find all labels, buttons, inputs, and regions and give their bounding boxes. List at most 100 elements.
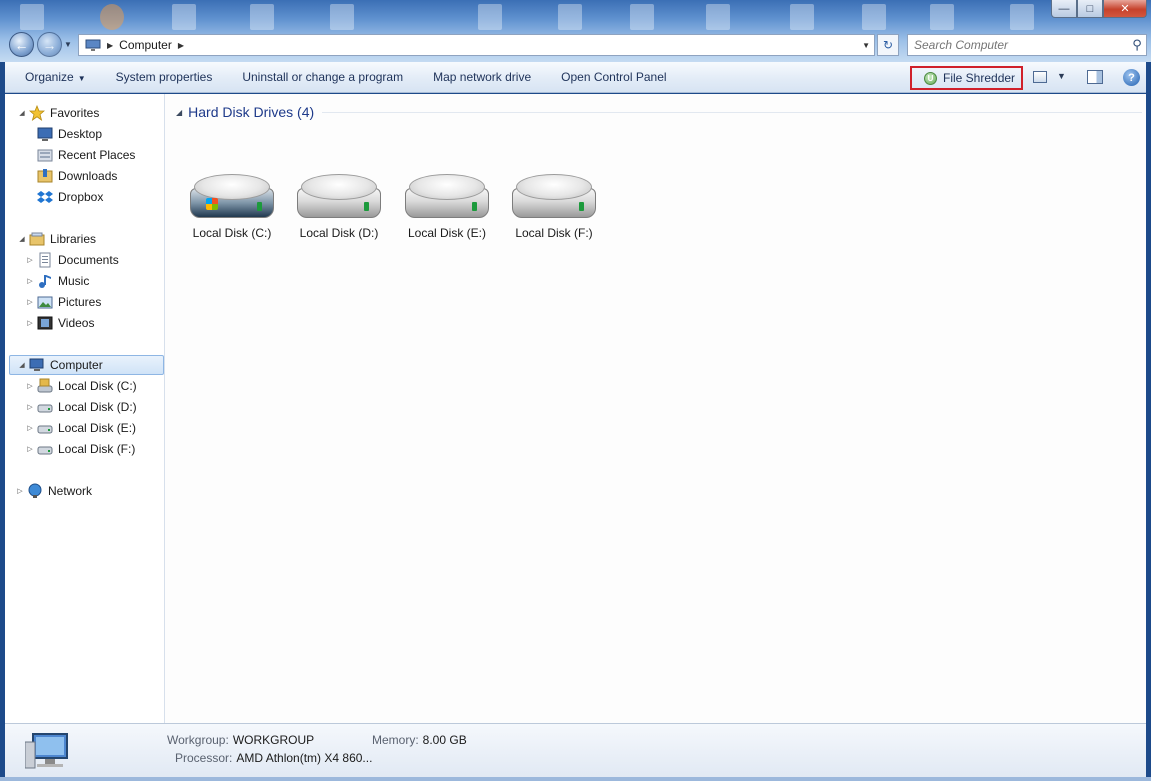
system-drive-icon bbox=[37, 378, 53, 394]
close-button[interactable]: ✕ bbox=[1103, 0, 1147, 18]
sidebar-item-dropbox[interactable]: Dropbox bbox=[35, 187, 103, 207]
sidebar-item-label: Network bbox=[48, 484, 93, 498]
navigation-row: ← → ▼ ▶ Computer ▶ ▼ ↻ ⚲ bbox=[0, 30, 1151, 60]
expand-icon[interactable]: ▷ bbox=[25, 298, 35, 306]
memory-label: Memory: bbox=[372, 733, 419, 747]
processor-label: Processor: bbox=[175, 751, 233, 765]
collapse-icon[interactable]: ◢ bbox=[17, 109, 27, 117]
desktop-icon-ghost bbox=[930, 4, 954, 30]
memory-value: 8.00 GB bbox=[422, 733, 467, 747]
hard-drive-icon bbox=[403, 174, 491, 220]
chevron-down-icon: ▼ bbox=[77, 74, 86, 83]
sidebar-item-desktop[interactable]: Desktop bbox=[35, 124, 102, 144]
title-bar: — □ ✕ ← → ▼ ▶ Computer ▶ ▼ ↻ ⚲ bbox=[0, 0, 1151, 62]
drive-label: Local Disk (F:) bbox=[515, 226, 593, 240]
sidebar-item-label: Downloads bbox=[58, 169, 118, 183]
address-dropdown-icon[interactable]: ▼ bbox=[862, 41, 870, 50]
desktop-icon bbox=[37, 126, 53, 142]
address-bar[interactable]: ▶ Computer ▶ ▼ bbox=[78, 34, 875, 56]
drive-item-f[interactable]: Local Disk (F:) bbox=[502, 174, 606, 240]
desktop-icon-ghost bbox=[478, 4, 502, 30]
details-pane: Workgroup: WORKGROUP Memory: 8.00 GB Proce… bbox=[5, 723, 1146, 777]
computer-large-icon bbox=[24, 732, 71, 770]
computer-icon bbox=[29, 357, 45, 373]
desktop-icon-ghost bbox=[250, 4, 274, 30]
sidebar-item-disk-d[interactable]: ▷ Local Disk (D:) bbox=[25, 397, 137, 417]
libraries-icon bbox=[29, 231, 45, 247]
file-shredder-button[interactable]: U File Shredder bbox=[910, 66, 1023, 90]
sidebar-item-computer[interactable]: ◢ Computer bbox=[9, 355, 164, 375]
hard-drive-icon bbox=[295, 174, 383, 220]
expand-icon[interactable]: ▷ bbox=[25, 445, 35, 453]
desktop-icon-ghost bbox=[706, 4, 730, 30]
sidebar-item-recent-places[interactable]: Recent Places bbox=[35, 145, 135, 165]
sidebar-item-label: Music bbox=[58, 274, 90, 288]
search-input[interactable] bbox=[914, 38, 1128, 52]
expand-icon[interactable]: ▷ bbox=[15, 487, 25, 495]
map-network-drive-button[interactable]: Map network drive bbox=[418, 70, 546, 84]
system-properties-button[interactable]: System properties bbox=[101, 70, 228, 84]
drive-label: Local Disk (C:) bbox=[192, 226, 272, 240]
sidebar-item-disk-f[interactable]: ▷ Local Disk (F:) bbox=[25, 439, 135, 459]
sidebar-item-label: Pictures bbox=[58, 295, 102, 309]
expand-icon[interactable]: ▷ bbox=[25, 382, 35, 390]
minimize-button[interactable]: — bbox=[1051, 0, 1077, 18]
file-shredder-icon: U bbox=[924, 71, 937, 85]
content-pane[interactable]: ◢ Hard Disk Drives (4) Local Disk (C:) L… bbox=[166, 94, 1146, 723]
sidebar-item-label: Local Disk (D:) bbox=[58, 400, 137, 414]
search-icon[interactable]: ⚲ bbox=[1128, 37, 1146, 53]
sidebar-item-videos[interactable]: ▷ Videos bbox=[25, 313, 94, 333]
organize-button[interactable]: Organize ▼ bbox=[5, 70, 101, 84]
forward-button[interactable]: → bbox=[37, 32, 62, 57]
breadcrumb-computer[interactable]: Computer bbox=[119, 38, 172, 52]
sidebar-item-music[interactable]: ▷ Music bbox=[25, 271, 89, 291]
refresh-button[interactable]: ↻ bbox=[877, 34, 899, 56]
sidebar-item-label: Local Disk (E:) bbox=[58, 421, 137, 435]
navigation-pane[interactable]: ◢ Favorites Desktop Recent Places Downlo… bbox=[5, 94, 165, 723]
drive-item-d[interactable]: Local Disk (D:) bbox=[287, 174, 391, 240]
workgroup-value: WORKGROUP bbox=[232, 733, 315, 747]
sidebar-item-favorites[interactable]: ◢ Favorites bbox=[17, 103, 99, 123]
sidebar-item-label: Computer bbox=[50, 358, 103, 372]
maximize-button[interactable]: □ bbox=[1077, 0, 1103, 18]
back-button[interactable]: ← bbox=[9, 32, 34, 57]
sidebar-item-label: Libraries bbox=[50, 232, 97, 246]
collapse-icon[interactable]: ◢ bbox=[17, 235, 27, 243]
chevron-right-icon[interactable]: ▶ bbox=[107, 41, 113, 50]
processor-info: Processor: AMD Athlon(tm) X4 860... bbox=[175, 751, 372, 765]
sidebar-item-label: Local Disk (F:) bbox=[58, 442, 136, 456]
sidebar-item-pictures[interactable]: ▷ Pictures bbox=[25, 292, 101, 312]
uninstall-program-button[interactable]: Uninstall or change a program bbox=[227, 70, 418, 84]
desktop-icon-ghost bbox=[330, 4, 354, 30]
drive-item-c[interactable]: Local Disk (C:) bbox=[180, 174, 284, 240]
expand-icon[interactable]: ▷ bbox=[25, 256, 35, 264]
sidebar-item-label: Dropbox bbox=[58, 190, 104, 204]
search-box[interactable]: ⚲ bbox=[907, 34, 1147, 56]
change-view-icon[interactable] bbox=[1033, 71, 1047, 83]
sidebar-item-network[interactable]: ▷ Network bbox=[15, 481, 92, 501]
star-icon bbox=[28, 104, 46, 121]
sidebar-item-documents[interactable]: ▷ Documents bbox=[25, 250, 119, 270]
open-control-panel-button[interactable]: Open Control Panel bbox=[546, 70, 681, 84]
sidebar-item-disk-e[interactable]: ▷ Local Disk (E:) bbox=[25, 418, 136, 438]
collapse-icon[interactable]: ◢ bbox=[176, 108, 182, 117]
expand-icon[interactable]: ▷ bbox=[25, 403, 35, 411]
group-header-hard-disk-drives[interactable]: ◢ Hard Disk Drives (4) bbox=[176, 104, 1142, 120]
expand-icon[interactable]: ▷ bbox=[25, 319, 35, 327]
command-bar: Organize ▼ System properties Uninstall or… bbox=[5, 62, 1146, 93]
workgroup-label: Workgroup: bbox=[167, 733, 229, 747]
sidebar-item-label: Videos bbox=[58, 316, 95, 330]
sidebar-item-downloads[interactable]: Downloads bbox=[35, 166, 117, 186]
help-icon[interactable]: ? bbox=[1123, 69, 1140, 86]
sidebar-item-disk-c[interactable]: ▷ Local Disk (C:) bbox=[25, 376, 137, 396]
recent-pages-dropdown[interactable]: ▼ bbox=[64, 40, 72, 49]
preview-pane-icon[interactable] bbox=[1087, 70, 1103, 84]
expand-icon[interactable]: ▷ bbox=[25, 277, 35, 285]
view-options-dropdown[interactable]: ▼ bbox=[1057, 71, 1066, 81]
sidebar-item-libraries[interactable]: ◢ Libraries bbox=[17, 229, 96, 249]
expand-icon[interactable]: ▷ bbox=[25, 424, 35, 432]
window-controls: — □ ✕ bbox=[1051, 0, 1147, 18]
collapse-icon[interactable]: ◢ bbox=[17, 361, 27, 369]
drive-item-e[interactable]: Local Disk (E:) bbox=[395, 174, 499, 240]
chevron-right-icon[interactable]: ▶ bbox=[178, 41, 184, 50]
